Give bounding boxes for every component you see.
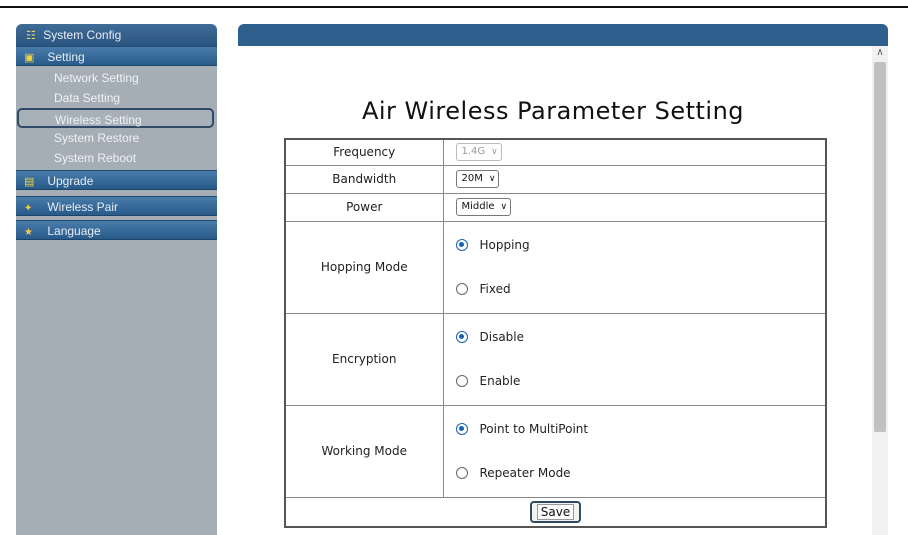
chevron-down-icon: ∨ [491, 147, 498, 158]
hopping-mode-label: Hopping Mode [284, 220, 444, 314]
scrollbar-thumb[interactable] [874, 62, 886, 432]
power-value: Middle [461, 201, 495, 212]
chevron-down-icon: ∨ [500, 202, 508, 212]
sidebar-group-language[interactable]: ★ Language [16, 220, 217, 240]
link-icon: ✦ [24, 203, 33, 214]
disable-radio[interactable]: Disable [455, 327, 826, 347]
sidebar-group-wireless-pair[interactable]: ✦ Wireless Pair [16, 196, 217, 216]
chip-icon: ▤ [24, 176, 35, 188]
frequency-label: Frequency [284, 138, 444, 166]
save-row: Save [284, 496, 827, 528]
save-button[interactable]: Save [529, 500, 582, 523]
network-icon: ☷ [26, 30, 36, 42]
chevron-down-icon: ∨ [488, 174, 496, 184]
sidebar-group-label: Language [47, 224, 101, 238]
parameter-table: Frequency 1.4G ∨ Bandwidth 20M ∨ Power Mid… [284, 138, 827, 528]
sidebar-item-system-restore[interactable]: System Restore [16, 128, 217, 148]
bandwidth-select[interactable]: 20M ∨ [455, 170, 500, 188]
globe-icon: ★ [24, 227, 33, 238]
enable-option-label: Enable [479, 374, 521, 388]
monitor-icon: ▣ [24, 52, 35, 64]
radio-unchecked-icon [455, 283, 468, 295]
frequency-value: 1.4G [461, 146, 486, 158]
radio-unchecked-icon [455, 375, 468, 387]
radio-checked-icon [455, 239, 468, 251]
fixed-radio[interactable]: Fixed [455, 279, 826, 299]
repeater-mode-label: Repeater Mode [479, 466, 571, 480]
sidebar-group-label: Upgrade [47, 174, 94, 188]
hopping-option-label: Hopping [479, 238, 530, 252]
page-title: Air Wireless Parameter Setting [361, 97, 745, 125]
power-select[interactable]: Middle ∨ [455, 198, 512, 216]
bandwidth-label: Bandwidth [284, 164, 444, 194]
hopping-radio[interactable]: Hopping [455, 235, 826, 255]
top-divider [0, 6, 908, 8]
sidebar-item-data-setting[interactable]: Data Setting [16, 88, 217, 108]
sidebar-item-network-setting[interactable]: Network Setting [16, 68, 217, 88]
frequency-select: 1.4G ∨ [455, 143, 502, 162]
encryption-label: Encryption [284, 312, 444, 406]
content-header-bar [238, 24, 888, 46]
point-to-multipoint-label: Point to MultiPoint [479, 422, 589, 436]
power-label: Power [284, 192, 444, 222]
sidebar-item-wireless-setting[interactable]: Wireless Setting [17, 108, 214, 128]
repeater-mode-radio[interactable]: Repeater Mode [455, 463, 826, 483]
save-button-label: Save [536, 503, 575, 520]
radio-unchecked-icon [455, 467, 468, 479]
fixed-option-label: Fixed [479, 282, 511, 296]
sidebar-group-label: Setting [47, 50, 85, 64]
scroll-up-icon[interactable]: ∧ [872, 46, 888, 60]
sidebar-item-system-reboot[interactable]: System Reboot [16, 148, 217, 168]
point-to-multipoint-radio[interactable]: Point to MultiPoint [455, 419, 826, 439]
disable-option-label: Disable [479, 330, 525, 344]
vertical-scrollbar[interactable]: ∧ [872, 46, 888, 535]
radio-checked-icon [455, 423, 468, 435]
radio-checked-icon [455, 331, 468, 343]
enable-radio[interactable]: Enable [455, 371, 826, 391]
sidebar-group-label: Wireless Pair [47, 200, 119, 214]
sidebar-group-upgrade[interactable]: ▤ Upgrade [16, 170, 217, 190]
sidebar-header-label: System Config [43, 28, 122, 42]
sidebar-group-setting[interactable]: ▣ Setting [16, 46, 217, 66]
bandwidth-value: 20M [461, 173, 483, 184]
setting-submenu: Network Setting Data Setting Wireless Se… [16, 66, 217, 170]
sidebar-header: ☷ System Config [16, 24, 217, 46]
sidebar: ☷ System Config ▣ Setting Network Settin… [16, 24, 217, 535]
working-mode-label: Working Mode [284, 404, 444, 498]
